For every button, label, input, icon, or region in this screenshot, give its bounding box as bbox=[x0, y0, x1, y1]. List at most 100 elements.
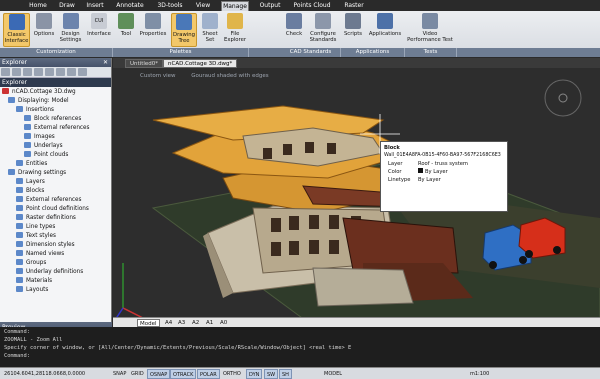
applications-icon bbox=[377, 13, 393, 29]
tree-item[interactable]: Entities bbox=[16, 160, 47, 169]
external-references-icon bbox=[24, 124, 31, 130]
sh-toggle[interactable]: SH bbox=[279, 369, 292, 379]
blocks-icon bbox=[16, 187, 23, 193]
tab-a3[interactable]: A3 bbox=[176, 319, 187, 327]
tab-untitled0[interactable]: Untitled0* bbox=[125, 59, 164, 68]
tab-draw[interactable]: Draw bbox=[57, 1, 77, 11]
tab-3d-tools[interactable]: 3D-tools bbox=[156, 1, 184, 11]
viewcube-compass-icon[interactable] bbox=[544, 79, 582, 117]
tooltip-handle: Wall_01E4A8FA-0B15-4F60-BA97-567F2168C6E… bbox=[384, 153, 501, 158]
tree-item[interactable]: Materials bbox=[16, 277, 52, 286]
toolbar-icon-6[interactable] bbox=[56, 68, 65, 76]
tree-item[interactable]: Drawing settings bbox=[8, 169, 66, 178]
video-performance-test-button[interactable]: Video Performance Test bbox=[405, 13, 455, 47]
tree-item[interactable]: Blocks bbox=[16, 187, 44, 196]
scripts-icon bbox=[345, 13, 361, 29]
tree-item[interactable]: Text styles bbox=[16, 232, 56, 241]
model-space-button[interactable]: MODEL bbox=[322, 369, 344, 379]
tool-palette-button[interactable]: Tool bbox=[116, 13, 136, 47]
sw-toggle[interactable]: SW bbox=[264, 369, 279, 379]
tree-item[interactable]: Insertions bbox=[16, 106, 54, 115]
interface-button[interactable]: CUI Interface bbox=[86, 13, 112, 47]
ortho-toggle[interactable]: ORTHO bbox=[221, 369, 243, 379]
tree-item[interactable]: Point clouds bbox=[24, 151, 68, 160]
command-input[interactable]: Command: bbox=[4, 352, 596, 360]
tree-item[interactable]: Block references bbox=[24, 115, 81, 124]
annotation-scale[interactable]: m1:100 bbox=[468, 369, 491, 379]
toolbar-icon-5[interactable] bbox=[45, 68, 54, 76]
document-tab-bar: Untitled0* nCAD.Cottage 3D.dwg* bbox=[113, 58, 600, 68]
tab-annotate[interactable]: Annotate bbox=[115, 1, 145, 11]
tree-item[interactable]: Underlay definitions bbox=[16, 268, 83, 277]
tab-manage[interactable]: Manage bbox=[221, 1, 249, 11]
file-explorer-button[interactable]: File Explorer bbox=[222, 13, 248, 47]
applications-label: Applications bbox=[368, 31, 402, 37]
check-standards-button[interactable]: Check bbox=[283, 13, 305, 47]
scripts-button[interactable]: Scripts bbox=[340, 13, 366, 47]
tab-insert[interactable]: Insert bbox=[84, 1, 106, 11]
tree-item[interactable]: External references bbox=[16, 196, 82, 205]
otrack-toggle[interactable]: OTRACK bbox=[170, 369, 197, 379]
polar-toggle[interactable]: POLAR bbox=[197, 369, 220, 379]
tooltip-title: Block bbox=[384, 145, 400, 151]
tree-item[interactable]: Line types bbox=[16, 223, 55, 232]
tree-item[interactable]: Named views bbox=[16, 250, 64, 259]
file-explorer-icon bbox=[227, 13, 243, 29]
tab-home[interactable]: Home bbox=[27, 1, 49, 11]
sheet-set-label: Sheet Set bbox=[202, 31, 218, 43]
design-settings-button[interactable]: Design Settings bbox=[57, 13, 84, 47]
configure-standards-button[interactable]: Configure Standards bbox=[307, 13, 339, 47]
sheet-set-icon bbox=[202, 13, 218, 29]
dyn-toggle[interactable]: DYN bbox=[246, 369, 263, 379]
tab-a2[interactable]: A2 bbox=[190, 319, 201, 327]
toolbar-icon-4[interactable] bbox=[34, 68, 43, 76]
tab-view[interactable]: View bbox=[193, 1, 213, 11]
toolbar-icon-7[interactable] bbox=[67, 68, 76, 76]
tree-item[interactable]: Point cloud definitions bbox=[16, 205, 89, 214]
tree-item[interactable]: nCAD.Cottage 3D.dwg bbox=[2, 88, 76, 97]
toolbar-icon-1[interactable] bbox=[1, 68, 10, 76]
properties-button[interactable]: Properties bbox=[138, 13, 168, 47]
close-icon[interactable]: ✕ bbox=[103, 58, 108, 67]
tree-item[interactable]: Images bbox=[24, 133, 55, 142]
tab-a1[interactable]: A1 bbox=[204, 319, 215, 327]
tool-label: Tool bbox=[120, 31, 132, 37]
options-button[interactable]: Options bbox=[32, 13, 56, 47]
tab-points-cloud[interactable]: Points Cloud bbox=[291, 1, 333, 11]
tree-item[interactable]: Groups bbox=[16, 259, 46, 268]
sheet-set-button[interactable]: Sheet Set bbox=[199, 13, 221, 47]
tree-item[interactable]: External references bbox=[24, 124, 90, 133]
grid-toggle[interactable]: GRID bbox=[129, 369, 146, 379]
drawing-tree-button[interactable]: Drawing Tree bbox=[171, 13, 197, 47]
tab-model[interactable]: Model bbox=[137, 319, 160, 327]
tree-item[interactable]: Layers bbox=[16, 178, 45, 187]
visual-style-label[interactable]: Gouraud shaded with edges bbox=[191, 73, 268, 79]
classic-interface-button[interactable]: Classic Interface bbox=[3, 13, 30, 47]
tab-a4[interactable]: A4 bbox=[163, 319, 174, 327]
group-tests: Tests bbox=[405, 48, 457, 57]
applications-button[interactable]: Applications bbox=[367, 13, 403, 47]
command-line[interactable]: Command: ZOOMALL - Zoom All Specify corn… bbox=[0, 327, 600, 367]
tab-ncad-cottage[interactable]: nCAD.Cottage 3D.dwg* bbox=[163, 59, 238, 68]
tree-item[interactable]: Displaying: Model bbox=[8, 97, 69, 106]
toolbar-icon-8[interactable] bbox=[78, 68, 87, 76]
tree-item[interactable]: Underlays bbox=[24, 142, 63, 151]
point-cloud-definitions-icon bbox=[16, 205, 23, 211]
tab-raster[interactable]: Raster bbox=[342, 1, 366, 11]
view-name-label[interactable]: Custom view bbox=[140, 73, 175, 79]
tab-output[interactable]: Output bbox=[258, 1, 282, 11]
model-viewport[interactable] bbox=[113, 58, 600, 326]
snap-toggle[interactable]: SNAP bbox=[111, 369, 128, 379]
toolbar-icon-3[interactable] bbox=[23, 68, 32, 76]
osnap-toggle[interactable]: OSNAP bbox=[147, 369, 171, 379]
tree-item[interactable]: Dimension styles bbox=[16, 241, 75, 250]
cui-icon: CUI bbox=[91, 13, 107, 29]
tab-a0[interactable]: A0 bbox=[218, 319, 229, 327]
red-car bbox=[518, 217, 566, 259]
tree-item[interactable]: Raster definitions bbox=[16, 214, 76, 223]
drawing-settings-icon bbox=[8, 169, 15, 175]
check-icon bbox=[286, 13, 302, 29]
toolbar-icon-2[interactable] bbox=[12, 68, 21, 76]
external-references-icon bbox=[16, 196, 23, 202]
tree-item[interactable]: Layouts bbox=[16, 286, 48, 295]
